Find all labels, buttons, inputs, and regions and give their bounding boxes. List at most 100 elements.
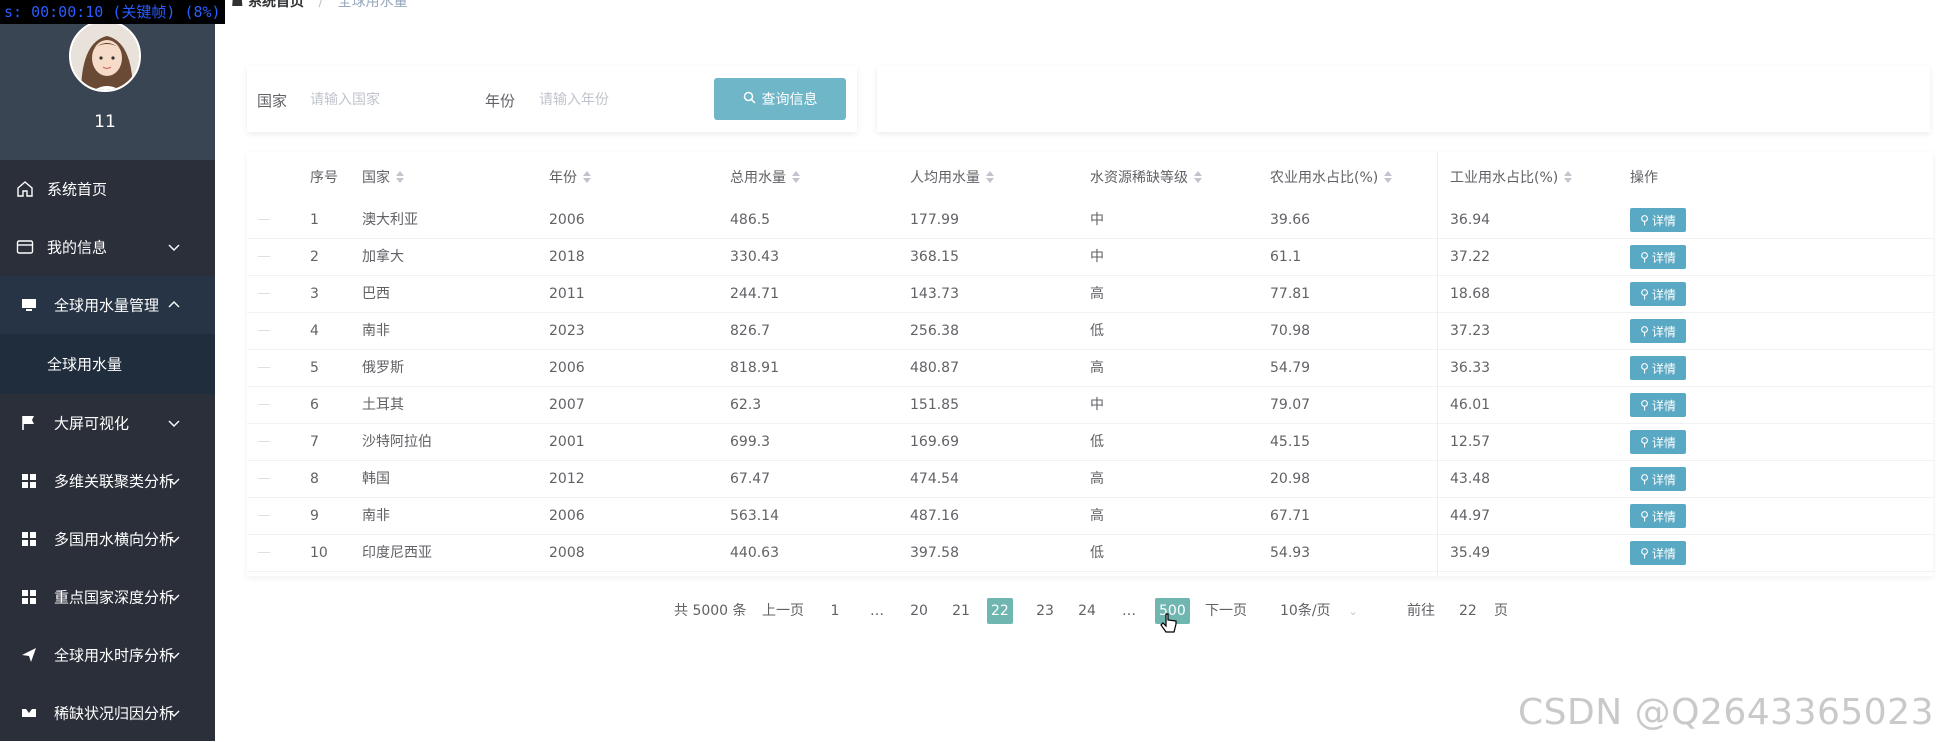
- sort-icon[interactable]: [396, 171, 404, 183]
- goto-suffix: 页: [1494, 598, 1508, 624]
- header-per-capita[interactable]: 人均用水量: [910, 166, 994, 188]
- header-year[interactable]: 年份: [549, 166, 591, 188]
- table-row: 4南非2023826.7256.38低70.9837.23⚲详情: [247, 313, 1933, 350]
- detail-button[interactable]: ⚲详情: [1630, 541, 1686, 565]
- detail-button[interactable]: ⚲详情: [1630, 245, 1686, 269]
- search-icon: ⚲: [1640, 435, 1649, 449]
- table-row: 6土耳其200762.3151.85中79.0746.01⚲详情: [247, 387, 1933, 424]
- detail-button[interactable]: ⚲详情: [1630, 393, 1686, 417]
- chevron-down-icon: [167, 706, 181, 720]
- search-button[interactable]: 查询信息: [714, 78, 846, 120]
- toolbar-panel: [877, 66, 1930, 132]
- detail-button[interactable]: ⚲详情: [1630, 467, 1686, 491]
- scissors-icon: [20, 704, 38, 722]
- page-button[interactable]: 21: [950, 598, 972, 624]
- breadcrumb-separator: /: [318, 0, 323, 10]
- table-row: 1澳大利亚2006486.5177.99中39.6636.94⚲详情: [247, 202, 1933, 239]
- sidebar-item-cross-country-analysis[interactable]: 多国用水横向分析: [0, 510, 215, 568]
- sidebar-item-label: 多国用水横向分析: [54, 529, 174, 550]
- prev-page-button[interactable]: 上一页: [762, 598, 804, 624]
- search-icon: ⚲: [1640, 361, 1649, 375]
- row-selector[interactable]: [258, 256, 270, 257]
- search-icon: ⚲: [1640, 324, 1649, 338]
- goto-label: 前往: [1407, 598, 1435, 624]
- row-selector[interactable]: [258, 330, 270, 331]
- row-selector[interactable]: [258, 441, 270, 442]
- header-agri-share[interactable]: 农业用水占比(%): [1270, 166, 1392, 188]
- chevron-down-icon: [167, 532, 181, 546]
- header-industry-share[interactable]: 工业用水占比(%): [1450, 166, 1572, 188]
- table-row: 2加拿大2018330.43368.15中61.137.22⚲详情: [247, 239, 1933, 276]
- country-label: 国家: [257, 90, 287, 111]
- avatar[interactable]: [69, 20, 141, 92]
- sidebar-item-label: 稀缺状况归因分析: [54, 703, 174, 724]
- sort-icon[interactable]: [583, 171, 591, 183]
- header-total-water[interactable]: 总用水量: [730, 166, 800, 188]
- search-icon: ⚲: [1640, 213, 1649, 227]
- monitor-icon: [20, 296, 38, 314]
- sidebar-item-label: 我的信息: [47, 237, 107, 258]
- page-size-select[interactable]: 10条/页⌄: [1280, 598, 1358, 624]
- row-selector[interactable]: [258, 515, 270, 516]
- page-button[interactable]: 23: [1034, 598, 1056, 624]
- detail-button[interactable]: ⚲详情: [1630, 504, 1686, 528]
- sidebar-item-big-screen[interactable]: 大屏可视化: [0, 394, 215, 452]
- header-country[interactable]: 国家: [362, 166, 404, 188]
- row-selector[interactable]: [258, 367, 270, 368]
- sidebar-item-water-management[interactable]: 全球用水量管理: [0, 276, 215, 334]
- table-row: 5俄罗斯2006818.91480.87高54.7936.33⚲详情: [247, 350, 1933, 387]
- sidebar-item-cluster-analysis[interactable]: 多维关联聚类分析: [0, 452, 215, 510]
- next-page-button[interactable]: 下一页: [1205, 598, 1247, 624]
- chevron-down-icon: ⌄: [1349, 599, 1358, 625]
- chevron-down-icon: [167, 648, 181, 662]
- table-row: 3巴西2011244.71143.73高77.8118.68⚲详情: [247, 276, 1933, 313]
- goto-page-input[interactable]: 22: [1459, 598, 1477, 624]
- sidebar: 11 系统首页 我的信息 全球用水量管理 全球用水量: [0, 0, 215, 741]
- header-scarcity-level[interactable]: 水资源稀缺等级: [1090, 166, 1202, 188]
- more-pages-button[interactable]: …: [866, 598, 888, 624]
- page-button-current[interactable]: 22: [987, 598, 1013, 624]
- sidebar-item-my-info[interactable]: 我的信息: [0, 218, 215, 276]
- user-profile: 11: [0, 0, 215, 160]
- table-row: 8韩国201267.47474.54高20.9843.48⚲详情: [247, 461, 1933, 498]
- page-button[interactable]: 20: [908, 598, 930, 624]
- detail-button[interactable]: ⚲详情: [1630, 282, 1686, 306]
- mouse-pointer-icon: [1160, 612, 1178, 636]
- chevron-down-icon: [167, 240, 181, 254]
- sort-icon[interactable]: [1564, 171, 1572, 183]
- sidebar-item-label: 系统首页: [47, 179, 107, 200]
- table-body: 1澳大利亚2006486.5177.99中39.6636.94⚲详情 2加拿大2…: [247, 202, 1933, 572]
- sidebar-item-time-series-analysis[interactable]: 全球用水时序分析: [0, 626, 215, 684]
- row-selector[interactable]: [258, 219, 270, 220]
- detail-button[interactable]: ⚲详情: [1630, 319, 1686, 343]
- chevron-down-icon: [167, 474, 181, 488]
- sidebar-item-label: 多维关联聚类分析: [54, 471, 174, 492]
- page-button[interactable]: 1: [824, 598, 846, 624]
- row-selector[interactable]: [258, 293, 270, 294]
- search-icon: ⚲: [1640, 250, 1649, 264]
- sort-icon[interactable]: [1194, 171, 1202, 183]
- sort-icon[interactable]: [792, 171, 800, 183]
- country-input[interactable]: [310, 84, 470, 116]
- search-button-label: 查询信息: [762, 89, 818, 109]
- sort-icon[interactable]: [1384, 171, 1392, 183]
- detail-button[interactable]: ⚲详情: [1630, 208, 1686, 232]
- breadcrumb-current: 全球用水量: [338, 0, 408, 10]
- row-selector[interactable]: [258, 404, 270, 405]
- watermark: CSDN @Q2643365023: [1518, 692, 1934, 733]
- breadcrumb-home[interactable]: 系统首页: [248, 0, 304, 10]
- sidebar-subitem-global-water[interactable]: 全球用水量: [0, 334, 215, 394]
- search-icon: ⚲: [1640, 546, 1649, 560]
- sidebar-item-scarcity-attribution[interactable]: 稀缺状况归因分析: [0, 684, 215, 742]
- row-selector[interactable]: [258, 552, 270, 553]
- row-selector[interactable]: [258, 478, 270, 479]
- page-button[interactable]: 24: [1076, 598, 1098, 624]
- detail-button[interactable]: ⚲详情: [1630, 356, 1686, 380]
- detail-button[interactable]: ⚲详情: [1630, 430, 1686, 454]
- sort-icon[interactable]: [986, 171, 994, 183]
- year-input[interactable]: [539, 84, 699, 116]
- more-pages-button[interactable]: …: [1118, 598, 1140, 624]
- flag-icon: [20, 414, 38, 432]
- sidebar-item-home[interactable]: 系统首页: [0, 160, 215, 218]
- search-icon: ⚲: [1640, 472, 1649, 486]
